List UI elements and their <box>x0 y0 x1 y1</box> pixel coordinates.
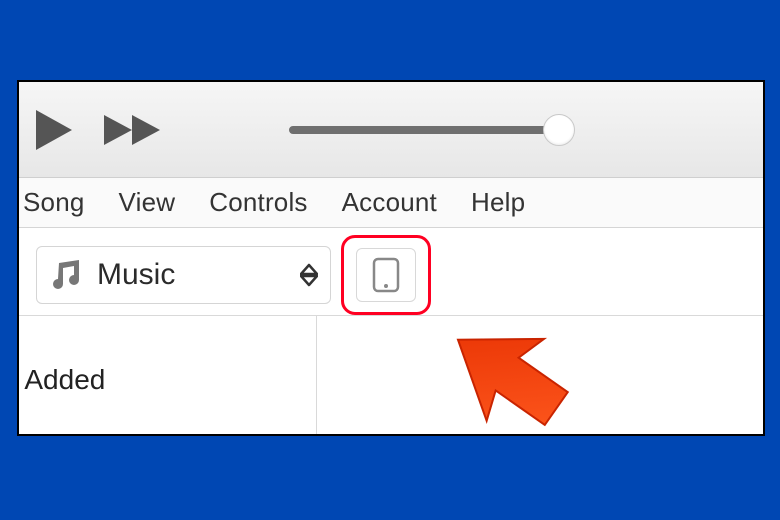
playback-toolbar <box>19 82 763 178</box>
chevron-down-icon <box>300 275 318 287</box>
menu-song[interactable]: Song <box>23 187 85 218</box>
library-picker-label: Music <box>97 258 300 292</box>
play-icon <box>34 108 74 152</box>
menu-bar: Song View Controls Account Help <box>19 178 763 228</box>
chevron-up-icon <box>300 263 318 275</box>
library-picker[interactable]: Music <box>36 246 331 304</box>
slider-track <box>289 126 569 134</box>
music-note-icon <box>49 260 83 290</box>
sidebar: ently Added <box>19 316 317 434</box>
app-window: Song View Controls Account Help Music en… <box>17 80 765 436</box>
annotation-highlight <box>341 235 431 315</box>
menu-help[interactable]: Help <box>471 187 525 218</box>
menu-controls[interactable]: Controls <box>209 187 307 218</box>
menu-account[interactable]: Account <box>342 187 437 218</box>
play-button[interactable] <box>34 108 74 152</box>
secondary-toolbar: Music <box>19 228 763 316</box>
fast-forward-icon <box>102 113 164 147</box>
volume-slider[interactable] <box>289 115 569 145</box>
stepper-arrows <box>300 263 318 287</box>
slider-thumb[interactable] <box>543 114 575 146</box>
menu-view[interactable]: View <box>119 187 176 218</box>
fast-forward-button[interactable] <box>102 113 164 147</box>
sidebar-item-recently-added[interactable]: ently Added <box>17 364 316 396</box>
